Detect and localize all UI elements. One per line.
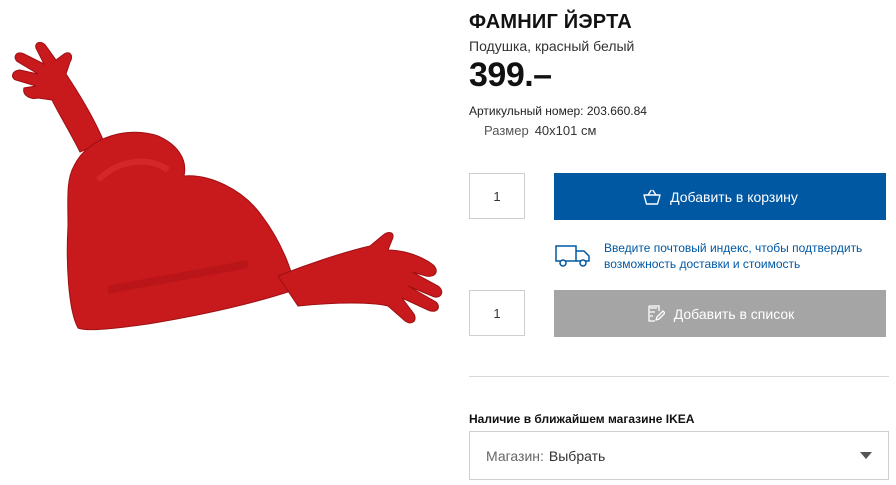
store-select[interactable]: Магазин: Выбрать [469,431,889,480]
edit-list-icon [646,304,666,324]
section-divider [469,376,889,377]
chevron-down-icon [860,452,872,459]
product-description: Подушка, красный белый [469,38,635,54]
article-number-label: Артикульный номер: [469,104,584,118]
store-select-value: Выбрать [548,447,606,464]
article-number-row: Артикульный номер: 203.660.84 [469,104,647,118]
size-value: 40x101 см [534,123,597,138]
product-image [12,41,443,331]
delivery-truck-icon [554,243,592,269]
shopping-bag-icon [642,187,662,207]
add-to-list-label: Добавить в список [673,305,795,322]
add-to-cart-label: Добавить в корзину [670,188,798,205]
size-row: Размер 40x101 см [484,123,596,138]
size-label: Размер [484,123,529,138]
delivery-postcode-link[interactable]: Введите почтовый индекс, чтобы подтверди… [604,240,886,272]
add-to-cart-button[interactable]: Добавить в корзину [554,173,886,220]
delivery-info: Введите почтовый индекс, чтобы подтверди… [554,240,886,272]
list-quantity-input[interactable] [469,290,525,336]
product-price: 399.– [469,56,552,94]
article-number-value: 203.660.84 [586,104,647,118]
add-to-list-button[interactable]: Добавить в список [554,290,886,337]
cart-quantity-input[interactable] [469,173,525,219]
store-select-label: Магазин: [486,447,544,464]
product-title: ФАМНИГ ЙЭРТА [469,11,632,33]
store-availability-heading: Наличие в ближайшем магазине IKEA [469,412,695,426]
